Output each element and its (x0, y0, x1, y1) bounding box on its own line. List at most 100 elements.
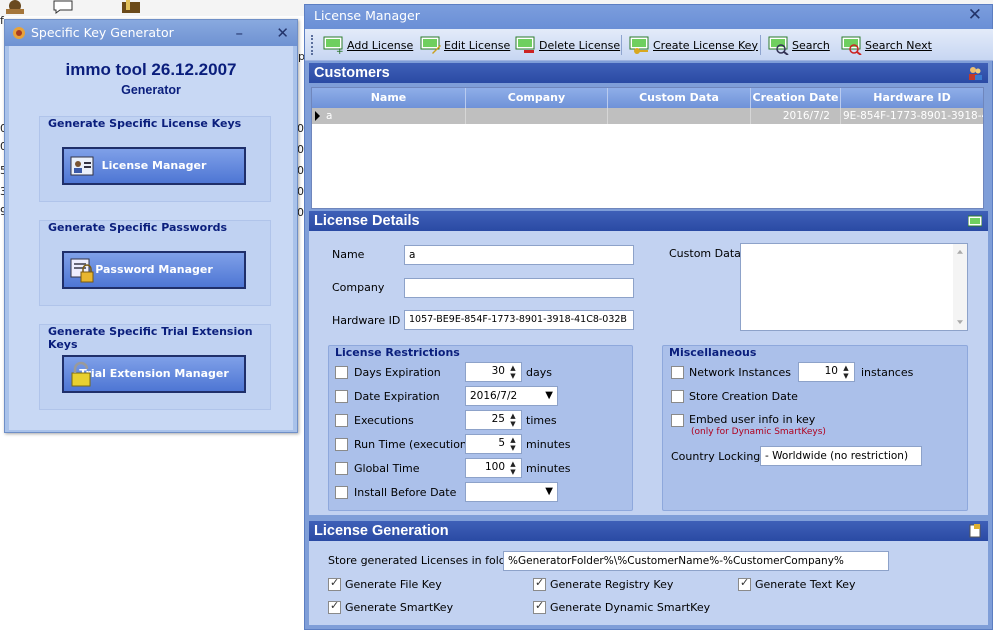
add-license-button[interactable]: + Add License (323, 33, 413, 57)
global-time-checkbox[interactable] (335, 462, 348, 475)
column-header-company[interactable]: Company (466, 88, 608, 108)
search-button[interactable]: Search (768, 33, 830, 57)
desktop-app-icon[interactable] (4, 0, 26, 14)
close-icon[interactable]: ✕ (276, 20, 289, 46)
desktop-folder-icon[interactable] (120, 0, 142, 14)
lm-title: License Manager (314, 8, 420, 23)
bg-text: 0 (297, 185, 304, 198)
column-header-name[interactable]: Name (312, 88, 466, 108)
network-instances-label: Network Instances (689, 366, 791, 379)
generate-file-key-label: Generate File Key (345, 578, 442, 591)
date-expiration-picker[interactable]: 2016/7/2 ▼ (465, 386, 558, 406)
days-expiration-spinner[interactable]: 30 ▲ ▼ (465, 362, 522, 382)
generate-registry-key-checkbox[interactable] (533, 576, 546, 591)
section-title: License Generation (314, 523, 449, 539)
customers-grid[interactable]: Name Company Custom Data Creation Date H… (311, 87, 984, 209)
install-before-checkbox[interactable] (335, 486, 348, 499)
column-header-creation-date[interactable]: Creation Date (751, 88, 841, 108)
executions-checkbox[interactable] (335, 414, 348, 427)
edit-license-button[interactable]: Edit License (420, 33, 510, 57)
custom-data-textarea[interactable] (740, 243, 968, 331)
spinner-arrows-icon[interactable]: ▲ ▼ (507, 364, 519, 380)
name-field[interactable]: a (404, 245, 634, 265)
date-expiration-label: Date Expiration (354, 390, 440, 403)
padlock-icon (71, 361, 91, 387)
license-generation-panel: Store generated Licenses in folder: %Gen… (309, 541, 988, 625)
global-time-spinner[interactable]: 100 ▲ ▼ (465, 458, 522, 478)
embed-note: (only for Dynamic SmartKeys) (691, 427, 826, 437)
toolbar: + Add License Edit License Delete Licens… (305, 29, 993, 61)
document-icon (969, 524, 981, 538)
hardware-id-label: Hardware ID (332, 314, 401, 327)
column-header-custom-data[interactable]: Custom Data (608, 88, 751, 108)
search-next-icon (841, 36, 862, 55)
svg-text:+: + (336, 47, 344, 55)
delete-license-button[interactable]: Delete License (515, 33, 620, 57)
create-license-key-button[interactable]: Create License Key (629, 33, 758, 57)
toolbar-separator (621, 35, 622, 55)
days-expiration-checkbox[interactable] (335, 366, 348, 379)
skg-title-bar[interactable]: Specific Key Generator – ✕ (5, 20, 297, 46)
minimize-icon[interactable]: – (236, 20, 244, 46)
generate-smartkey-label: Generate SmartKey (345, 601, 454, 614)
toolbar-grip[interactable] (311, 35, 314, 55)
cell-company[interactable] (466, 108, 608, 124)
password-manager-button[interactable]: Password Manager (62, 251, 246, 289)
lm-title-bar[interactable]: License Manager ✕ (305, 5, 992, 29)
network-instances-spinner[interactable]: 10 ▲ ▼ (798, 362, 855, 382)
network-instances-checkbox[interactable] (671, 366, 684, 379)
column-header-hardware-id[interactable]: Hardware ID (841, 88, 983, 108)
date-expiration-checkbox[interactable] (335, 390, 348, 403)
hardware-id-field[interactable]: 1057-BE9E-854F-1773-8901-3918-41C8-032B (404, 310, 634, 330)
install-before-picker[interactable]: ▼ (465, 482, 558, 502)
executions-spinner[interactable]: 25 ▲ ▼ (465, 410, 522, 430)
spinner-arrows-icon[interactable]: ▲ ▼ (507, 460, 519, 476)
cell-name[interactable]: a (324, 108, 466, 124)
passwords-group: Generate Specific Passwords Password Man… (39, 220, 271, 306)
store-creation-date-label: Store Creation Date (689, 390, 798, 403)
trial-extension-manager-button[interactable]: Trial Extension Manager (62, 355, 246, 393)
generate-text-key-checkbox[interactable] (738, 576, 751, 591)
spinner-value: 10 (824, 365, 838, 377)
button-label: License Manager (101, 159, 207, 172)
country-locking-field[interactable]: - Worldwide (no restriction) (760, 446, 922, 466)
cell-custom-data[interactable] (608, 108, 751, 124)
embed-user-info-checkbox[interactable] (671, 414, 684, 427)
embed-user-info-label: Embed user info in key (689, 413, 816, 426)
generate-file-key-checkbox[interactable] (328, 576, 341, 591)
cell-hardware-id[interactable]: 9E-854F-1773-8901-3918-41 (841, 108, 983, 124)
run-time-spinner[interactable]: 5 ▲ ▼ (465, 434, 522, 454)
spinner-value: 30 (491, 365, 505, 377)
store-creation-date-checkbox[interactable] (671, 390, 684, 403)
toolbar-label: Create License Key (653, 38, 758, 52)
desktop-chat-icon[interactable] (52, 0, 74, 14)
bg-text: 0 (297, 122, 304, 135)
table-row[interactable]: a 2016/7/2 9E-854F-1773-8901-3918-41 (312, 108, 983, 124)
toolbar-label: Delete License (539, 38, 621, 52)
run-time-checkbox[interactable] (335, 438, 348, 451)
spinner-value: 100 (484, 461, 505, 473)
generate-dynamic-smartkey-checkbox[interactable] (533, 599, 546, 614)
days-expiration-label: Days Expiration (354, 366, 441, 379)
button-label: Trial Extension Manager (79, 367, 229, 380)
bg-text: 0 (297, 206, 304, 219)
folder-path-field[interactable]: %GeneratorFolder%\%CustomerName%-%Custom… (503, 551, 889, 571)
spinner-arrows-icon[interactable]: ▲ ▼ (507, 412, 519, 428)
group-title: Generate Specific License Keys (48, 117, 242, 130)
spinner-arrows-icon[interactable]: ▲ ▼ (840, 364, 852, 380)
company-field[interactable] (404, 278, 634, 298)
generate-smartkey-checkbox[interactable] (328, 599, 341, 614)
chevron-down-icon[interactable]: ▼ (545, 483, 553, 501)
scrollbar[interactable] (953, 244, 967, 330)
skg-body: immo tool 26.12.2007 Generator Generate … (9, 46, 293, 430)
license-card-icon (968, 215, 982, 227)
spinner-arrows-icon[interactable]: ▲ ▼ (507, 436, 519, 452)
bg-text: 0 (297, 143, 304, 156)
chevron-down-icon[interactable]: ▼ (545, 387, 553, 405)
cell-creation-date[interactable]: 2016/7/2 (751, 108, 841, 124)
close-icon[interactable]: ✕ (968, 4, 982, 26)
license-details-header: License Details (309, 211, 988, 231)
license-manager-button[interactable]: License Manager (62, 147, 246, 185)
search-next-button[interactable]: Search Next (841, 33, 932, 57)
days-unit: days (526, 366, 552, 379)
